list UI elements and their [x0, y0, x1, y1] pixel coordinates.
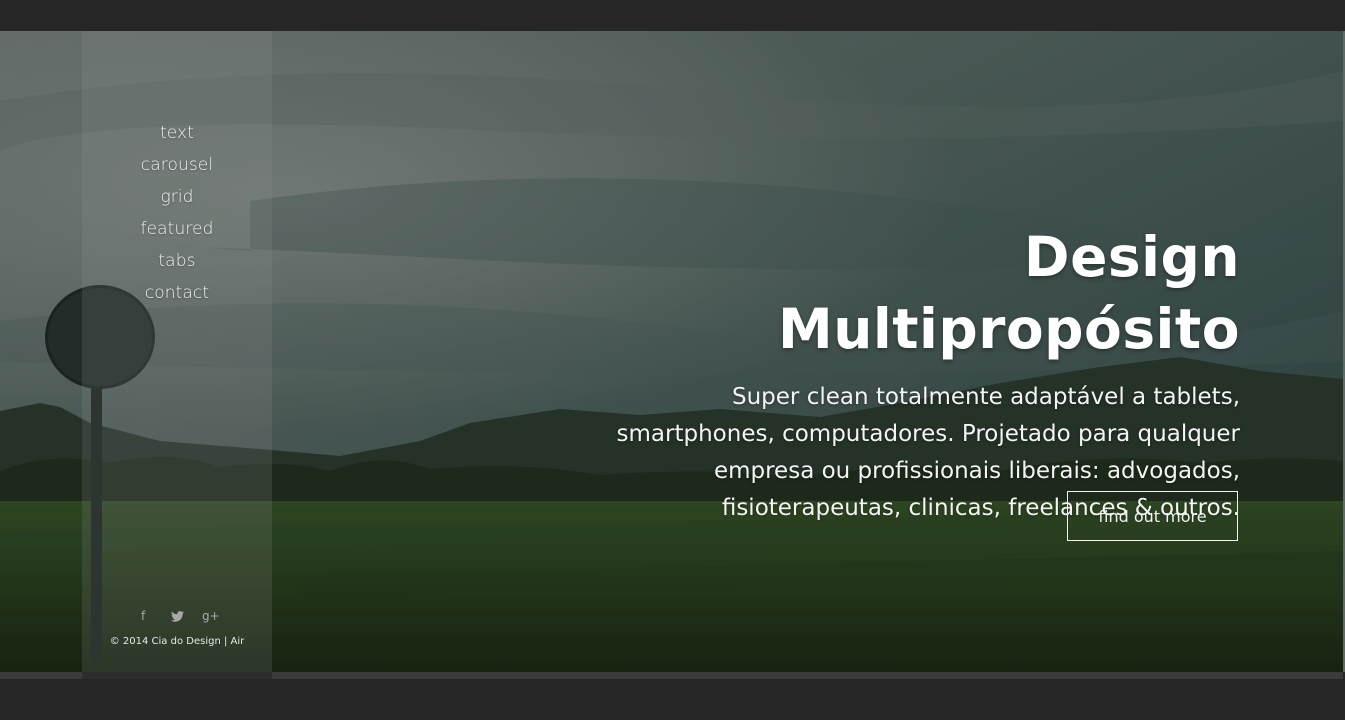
twitter-icon[interactable]	[166, 609, 188, 623]
hero-background: text carousel grid featured tabs contact…	[0, 31, 1345, 672]
google-plus-icon[interactable]: g+	[200, 609, 222, 623]
nav-link-grid[interactable]: grid	[160, 187, 193, 207]
nav-item-text[interactable]: text	[82, 117, 272, 149]
bottom-strip	[0, 672, 1343, 679]
hero-line-1: Super clean totalmente adaptável a table…	[732, 384, 1240, 410]
nav-link-carousel[interactable]: carousel	[141, 155, 213, 175]
nav-item-featured[interactable]: featured	[82, 213, 272, 245]
hero-line-3: empresa ou profissionais liberais: advog…	[713, 458, 1240, 484]
facebook-icon[interactable]: f	[132, 609, 154, 623]
nav-link-featured[interactable]: featured	[141, 219, 214, 239]
copyright-text: © 2014 Cia do Design | Air	[109, 636, 245, 647]
sidebar-nav: text carousel grid featured tabs contact	[82, 117, 272, 309]
find-out-more-button[interactable]: find out more	[1067, 491, 1238, 541]
social-links: f g+	[82, 609, 272, 623]
hero-content: Design Multipropósito Super clean totalm…	[550, 221, 1240, 527]
nav-item-grid[interactable]: grid	[82, 181, 272, 213]
nav-link-tabs[interactable]: tabs	[158, 251, 195, 271]
nav-item-tabs[interactable]: tabs	[82, 245, 272, 277]
nav-item-carousel[interactable]: carousel	[82, 149, 272, 181]
nav-link-text[interactable]: text	[160, 123, 194, 143]
hero-line-2: smartphones, computadores. Projetado par…	[616, 421, 1240, 447]
nav-link-contact[interactable]: contact	[145, 283, 209, 303]
sidebar-strip	[82, 672, 272, 679]
sidebar: text carousel grid featured tabs contact…	[82, 31, 272, 672]
nav-item-contact[interactable]: contact	[82, 277, 272, 309]
hero-title: Design Multipropósito	[778, 225, 1240, 361]
